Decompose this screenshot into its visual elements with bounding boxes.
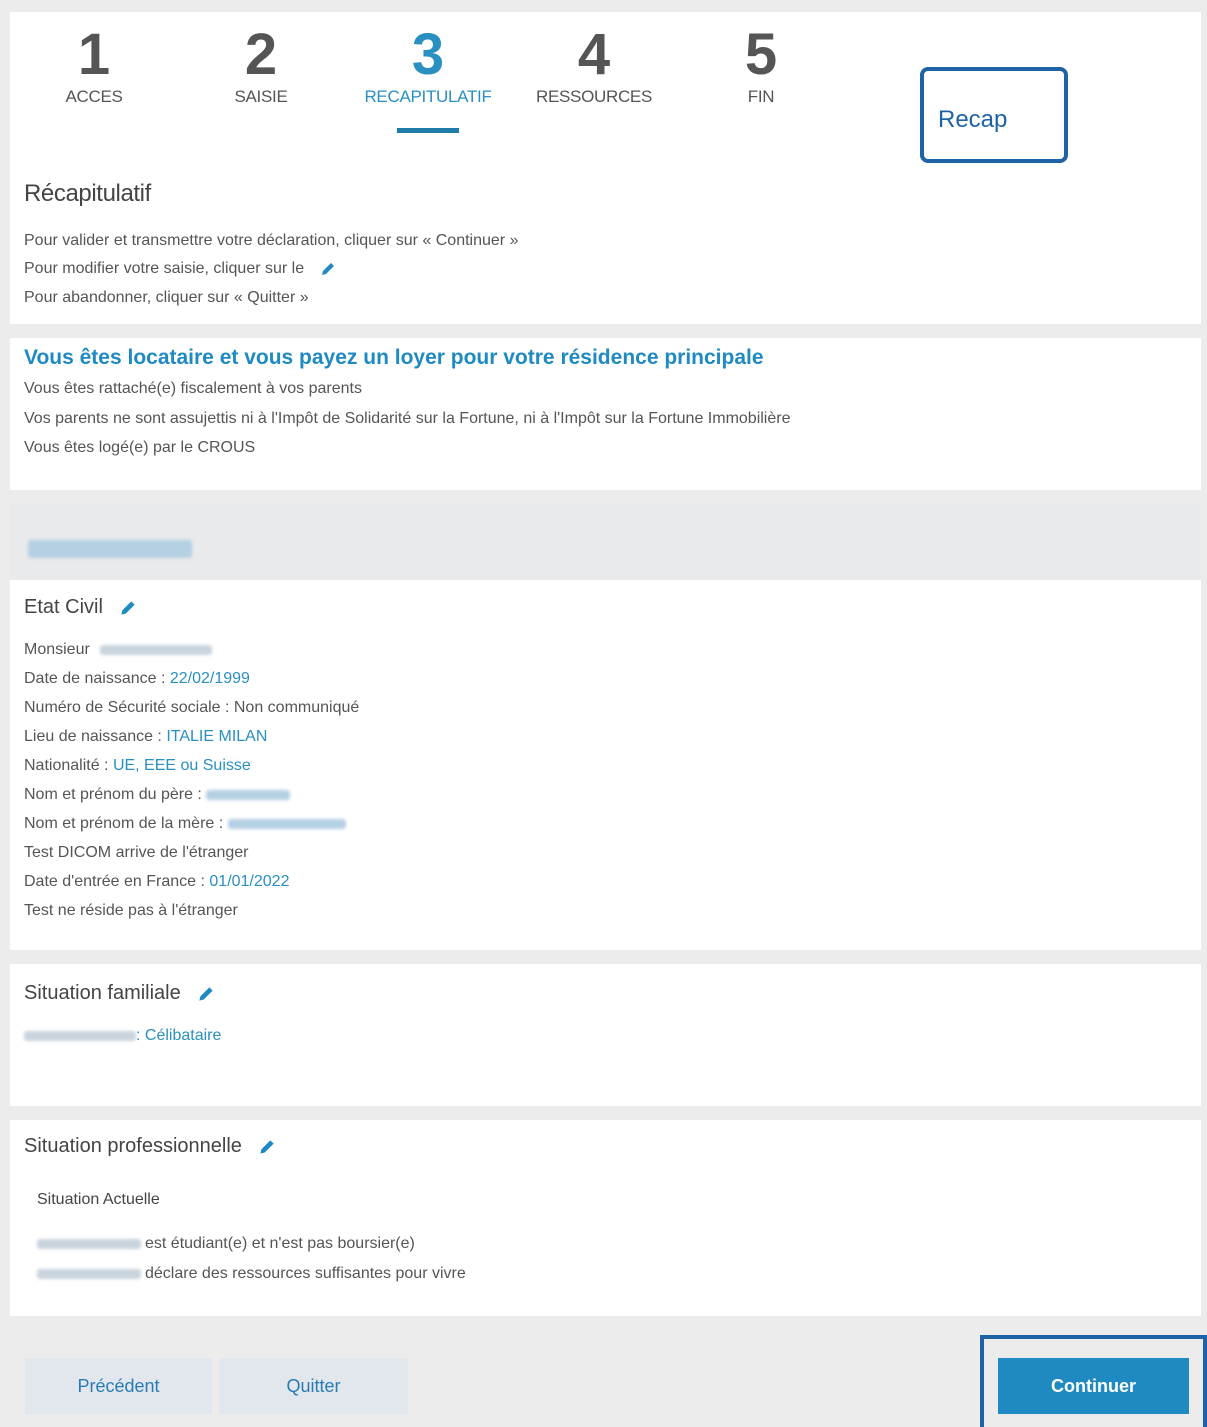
nationality-label: Nationalité : xyxy=(24,757,113,774)
father-label: Nom et prénom du père : xyxy=(24,786,207,803)
professional-status-row: est étudiant(e) et n'est pas boursier(e) xyxy=(37,1235,415,1253)
summary-instruction-edit-text: Pour modifier votre saisie, cliquer sur … xyxy=(24,260,305,278)
professional-resources-text: déclare des ressources suffisantes pour … xyxy=(145,1265,466,1282)
nationality-row: Nationalité : UE, EEE ou Suisse xyxy=(24,757,251,775)
name-redacted xyxy=(24,1030,136,1041)
mother-label: Nom et prénom de la mère : xyxy=(24,815,228,832)
step-label: FIN xyxy=(747,87,775,106)
entry-date-row: Date d'entrée en France : 01/01/2022 xyxy=(24,873,289,891)
housing-line: Vous êtes rattaché(e) fiscalement à vos … xyxy=(24,380,362,397)
edit-family-icon[interactable] xyxy=(196,984,216,1004)
step-ressources[interactable]: 4 RESSOURCES xyxy=(519,25,669,107)
birthdate-row: Date de naissance : 22/02/1999 xyxy=(24,670,250,688)
continue-button[interactable]: Continuer xyxy=(998,1358,1189,1414)
residence-row: Test ne réside pas à l'étranger xyxy=(24,902,238,919)
birthdate-value: 22/02/1999 xyxy=(169,670,250,687)
mother-name-redacted xyxy=(227,818,346,829)
name-redacted xyxy=(37,1238,141,1249)
professional-heading: Situation professionnelle xyxy=(24,1135,277,1158)
step-fin[interactable]: 5 FIN xyxy=(686,25,836,107)
step-label: RESSOURCES xyxy=(535,87,653,106)
step-number: 1 xyxy=(77,22,111,87)
etat-civil-heading: Etat Civil xyxy=(24,596,138,619)
ssn-row: Numéro de Sécurité sociale : Non communi… xyxy=(24,699,360,716)
birthdate-label: Date de naissance : xyxy=(24,670,170,687)
step-acces[interactable]: 1 ACCES xyxy=(19,25,169,107)
step-number: 5 xyxy=(744,22,778,87)
pencil-icon xyxy=(321,263,334,275)
civility-row: Monsieur xyxy=(24,641,213,659)
step-recapitulatif[interactable]: 3 RECAPITULATIF xyxy=(353,25,503,107)
name-redacted xyxy=(100,644,213,655)
summary-instruction-validate: Pour valider et transmettre votre déclar… xyxy=(24,232,519,249)
professional-title: Situation professionnelle xyxy=(24,1135,242,1157)
professional-status-text: est étudiant(e) et n'est pas boursier(e) xyxy=(145,1235,415,1252)
nationality-value: UE, EEE ou Suisse xyxy=(112,757,251,774)
arrival-row: Test DICOM arrive de l'étranger xyxy=(24,844,249,861)
summary-title: Récapitulatif xyxy=(24,180,151,207)
family-title: Situation familiale xyxy=(24,982,181,1004)
step-label: RECAPITULATIF xyxy=(364,87,492,106)
family-status-value: : Célibataire xyxy=(136,1027,222,1044)
step-label: ACCES xyxy=(65,87,123,106)
housing-title: Vous êtes locataire et vous payez un loy… xyxy=(24,346,764,369)
housing-line: Vos parents ne sont assujettis ni à l'Im… xyxy=(24,410,791,427)
birthplace-value: ITALIE MILAN xyxy=(166,728,268,745)
person-name-redacted xyxy=(28,540,192,558)
father-name-redacted xyxy=(206,789,291,800)
recap-callout: Recap xyxy=(920,67,1068,163)
name-redacted xyxy=(37,1268,141,1279)
housing-line: Vous êtes logé(e) par le CROUS xyxy=(24,439,256,456)
step-number: 4 xyxy=(577,22,611,87)
quit-button[interactable]: Quitter xyxy=(219,1358,408,1414)
etat-civil-title: Etat Civil xyxy=(24,596,103,618)
step-number: 2 xyxy=(244,22,278,87)
civility-text: Monsieur xyxy=(24,641,90,658)
previous-button[interactable]: Précédent xyxy=(25,1358,212,1414)
father-row: Nom et prénom du père : xyxy=(24,786,291,804)
professional-subtitle: Situation Actuelle xyxy=(37,1191,160,1208)
step-saisie[interactable]: 2 SAISIE xyxy=(186,25,336,107)
edit-professional-icon[interactable] xyxy=(257,1137,277,1157)
entry-date-value: 01/01/2022 xyxy=(209,873,290,890)
family-heading: Situation familiale xyxy=(24,982,216,1005)
family-status-row: : Célibataire xyxy=(24,1027,221,1045)
entry-date-label: Date d'entrée en France : xyxy=(24,873,210,890)
professional-resources-row: déclare des ressources suffisantes pour … xyxy=(37,1265,466,1283)
mother-row: Nom et prénom de la mère : xyxy=(24,815,346,833)
step-label: SAISIE xyxy=(234,87,288,106)
summary-instruction-edit: Pour modifier votre saisie, cliquer sur … xyxy=(24,260,337,278)
step-number: 3 xyxy=(411,22,445,87)
birthplace-row: Lieu de naissance : ITALIE MILAN xyxy=(24,728,267,746)
edit-etat-civil-icon[interactable] xyxy=(118,598,138,618)
summary-instruction-quit: Pour abandonner, cliquer sur « Quitter » xyxy=(24,289,309,306)
active-step-indicator xyxy=(397,128,459,133)
birthplace-label: Lieu de naissance : xyxy=(24,728,167,745)
